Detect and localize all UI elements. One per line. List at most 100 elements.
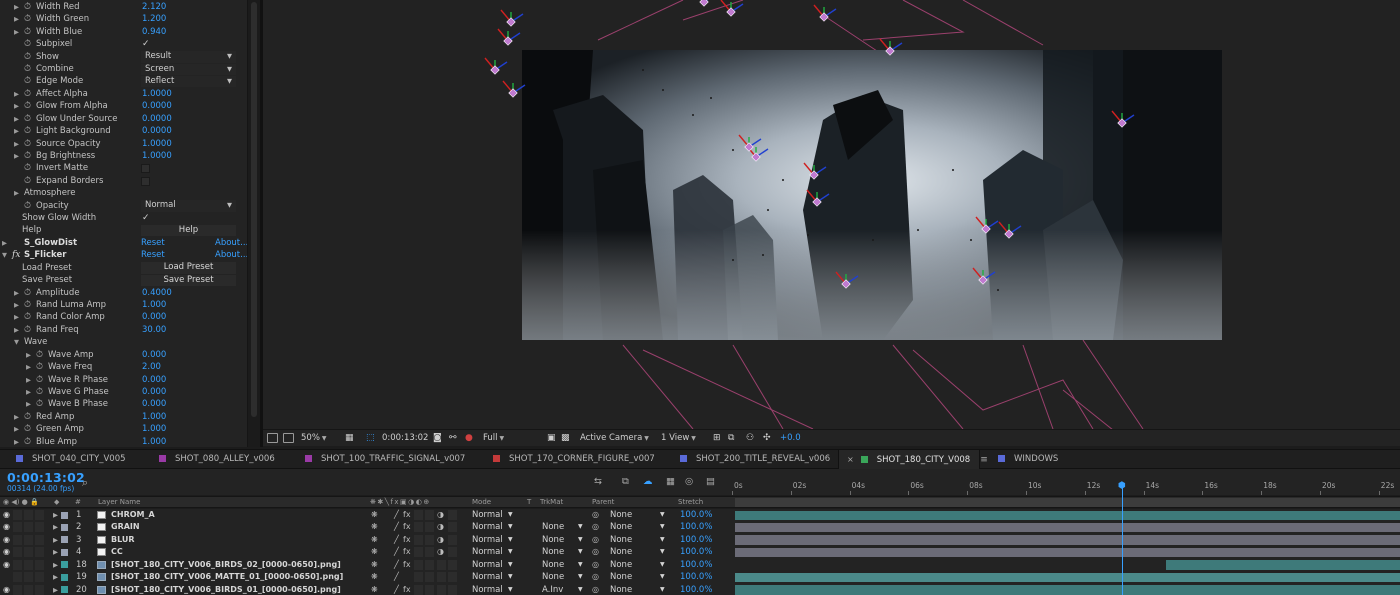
stopwatch-icon[interactable]: ⏱ bbox=[24, 75, 31, 87]
checkmark-icon[interactable]: ✓ bbox=[142, 212, 150, 224]
fx-row-width-red[interactable]: ▶ ⏱ Width Red 2.120 bbox=[0, 1, 247, 13]
stopwatch-icon[interactable]: ⏱ bbox=[24, 311, 31, 323]
stopwatch-icon[interactable]: ⏱ bbox=[24, 13, 31, 25]
fx-row-affect-alpha[interactable]: ▶ ⏱ Affect Alpha 1.0000 bbox=[0, 88, 247, 100]
fx-value[interactable]: 0.000 bbox=[142, 398, 166, 410]
parent-pickwhip-icon[interactable]: ◎ bbox=[592, 521, 599, 533]
blend-mode-dropdown[interactable]: Normal bbox=[472, 509, 503, 521]
twirl-closed-icon[interactable]: ▶ bbox=[14, 287, 19, 299]
blend-mode-dropdown[interactable]: Normal bbox=[472, 534, 503, 546]
stopwatch-icon[interactable]: ⏱ bbox=[24, 100, 31, 112]
stopwatch-icon[interactable]: ⏱ bbox=[24, 287, 31, 299]
comp-tab-shot-170-corner-figure-v007[interactable]: SHOT_170_CORNER_FIGURE_v007 bbox=[493, 450, 655, 469]
chevron-down-icon[interactable]: ▼ bbox=[578, 584, 583, 595]
fx-dropdown[interactable]: Result bbox=[141, 51, 236, 63]
transparency-grid-icon[interactable]: ▩ bbox=[561, 432, 570, 445]
parent-dropdown[interactable]: None bbox=[610, 584, 632, 595]
stopwatch-icon[interactable]: ⏱ bbox=[36, 349, 43, 361]
snapshot-icon[interactable]: ◙ bbox=[433, 432, 442, 445]
fx-row-green-amp[interactable]: ▶ ⏱ Green Amp 1.000 bbox=[0, 423, 247, 435]
track-matte-dropdown[interactable]: None bbox=[542, 559, 564, 571]
twirl-closed-icon[interactable]: ▶ bbox=[14, 187, 19, 199]
layer-stretch[interactable]: 100.0% bbox=[680, 546, 712, 558]
composition-canvas[interactable] bbox=[263, 0, 1400, 429]
layer-duration-bar[interactable] bbox=[735, 547, 1400, 558]
frame-blend-switch[interactable] bbox=[414, 559, 423, 570]
quality-switch-icon[interactable]: ╱ bbox=[394, 521, 399, 533]
search-icon[interactable]: ⌕ bbox=[82, 476, 88, 490]
fx-switch-icon[interactable]: fx bbox=[403, 521, 411, 533]
fx-row-light-background[interactable]: ▶ ⏱ Light Background 0.0000 bbox=[0, 125, 247, 137]
fx-value[interactable]: 0.0000 bbox=[142, 100, 172, 112]
about-link[interactable]: About... bbox=[215, 249, 247, 261]
fx-row-rand-luma-amp[interactable]: ▶ ⏱ Rand Luma Amp 1.000 bbox=[0, 299, 247, 311]
layer-stretch[interactable]: 100.0% bbox=[680, 534, 712, 546]
shy-switch-icon[interactable]: ❋ bbox=[371, 521, 378, 533]
adjustment-layer-icon[interactable]: ◑ bbox=[437, 509, 444, 521]
column-layer-name[interactable]: Layer Name bbox=[98, 497, 140, 508]
layer-stretch[interactable]: 100.0% bbox=[680, 509, 712, 521]
chevron-down-icon[interactable]: ▼ bbox=[578, 571, 583, 583]
fx-switch-icon[interactable]: fx bbox=[403, 509, 411, 521]
adjustment-layer-icon[interactable]: ◑ bbox=[437, 534, 444, 546]
layer-name[interactable]: CC bbox=[111, 546, 123, 558]
chevron-down-icon[interactable]: ▼ bbox=[508, 584, 513, 595]
layer-stretch[interactable]: 100.0% bbox=[680, 521, 712, 533]
stopwatch-icon[interactable]: ⏱ bbox=[24, 138, 31, 150]
frame-blend-switch[interactable] bbox=[414, 584, 423, 595]
parent-pickwhip-icon[interactable]: ◎ bbox=[592, 571, 599, 583]
audio-toggle-cell[interactable] bbox=[13, 510, 22, 520]
solo-toggle-cell[interactable] bbox=[24, 510, 33, 520]
frame-blend-switch[interactable] bbox=[414, 534, 423, 545]
stopwatch-icon[interactable]: ⏱ bbox=[36, 374, 43, 386]
audio-toggle-cell[interactable] bbox=[13, 584, 22, 595]
layer-name[interactable]: [SHOT_180_CITY_V006_MATTE_01_[0000-0650]… bbox=[111, 571, 343, 583]
3d-layer-switch[interactable] bbox=[448, 559, 457, 570]
stopwatch-icon[interactable]: ⏱ bbox=[24, 38, 31, 50]
quality-switch-icon[interactable]: ╱ bbox=[394, 546, 399, 558]
fx-row-glow-from-alpha[interactable]: ▶ ⏱ Glow From Alpha 0.0000 bbox=[0, 100, 247, 112]
blend-mode-dropdown[interactable]: Normal bbox=[472, 559, 503, 571]
layer-twirl-icon[interactable]: ▶ bbox=[53, 534, 58, 546]
parent-pickwhip-icon[interactable]: ◎ bbox=[592, 559, 599, 571]
stopwatch-icon[interactable]: ⏱ bbox=[24, 1, 31, 13]
checkmark-icon[interactable]: ✓ bbox=[142, 38, 150, 50]
3d-layer-switch[interactable] bbox=[448, 584, 457, 595]
twirl-closed-icon[interactable]: ▶ bbox=[14, 423, 19, 435]
twirl-closed-icon[interactable]: ▶ bbox=[26, 398, 31, 410]
chevron-down-icon[interactable]: ▼ bbox=[508, 534, 513, 546]
quality-switch-icon[interactable]: ╱ bbox=[394, 559, 399, 571]
layer-duration-bar[interactable] bbox=[735, 510, 1400, 520]
fx-value[interactable]: 1.000 bbox=[142, 299, 166, 311]
fx-row-wave-g-phase[interactable]: ▶ ⏱ Wave G Phase 0.000 bbox=[0, 386, 247, 398]
chevron-down-icon[interactable]: ▼ bbox=[578, 534, 583, 546]
visibility-eye-icon[interactable]: ◉ bbox=[3, 559, 10, 571]
lock-toggle-cell[interactable] bbox=[35, 534, 44, 545]
motion-blur-switch[interactable] bbox=[425, 584, 434, 595]
fx-row-opacity[interactable]: ⏱ Opacity Normal bbox=[0, 200, 247, 212]
fx-row-wave-freq[interactable]: ▶ ⏱ Wave Freq 2.00 bbox=[0, 361, 247, 373]
always-preview-icon[interactable] bbox=[267, 433, 278, 443]
chevron-down-icon[interactable]: ▼ bbox=[508, 521, 513, 533]
chevron-down-icon[interactable]: ▼ bbox=[508, 559, 513, 571]
fx-row-show-glow-width[interactable]: Show Glow Width ✓ bbox=[0, 212, 247, 224]
fx-row-rand-color-amp[interactable]: ▶ ⏱ Rand Color Amp 0.000 bbox=[0, 311, 247, 323]
fx-value[interactable]: 0.4000 bbox=[142, 287, 172, 299]
audio-toggle-cell[interactable] bbox=[13, 534, 22, 545]
visibility-eye-icon[interactable]: ◉ bbox=[3, 534, 10, 546]
stopwatch-icon[interactable]: ⏱ bbox=[36, 398, 43, 410]
fx-row-save-preset[interactable]: Save Preset Save Preset bbox=[0, 274, 247, 287]
close-tab-icon[interactable]: × bbox=[847, 455, 854, 464]
fx-toggle-icon[interactable]: fx bbox=[12, 249, 20, 261]
visibility-eye-icon[interactable]: ◉ bbox=[3, 584, 10, 595]
fx-row-wave[interactable]: ▼ Wave bbox=[0, 336, 247, 348]
stopwatch-icon[interactable]: ⏱ bbox=[24, 113, 31, 125]
exposure-value[interactable]: +0.0 bbox=[780, 432, 801, 445]
stopwatch-icon[interactable]: ⏱ bbox=[24, 324, 31, 336]
visibility-eye-icon[interactable]: ◉ bbox=[3, 509, 10, 521]
time-ruler[interactable]: 0s 02s 04s 06s 08s 10s 12s 14s 16s 18s 20s 22s bbox=[732, 475, 1400, 495]
fx-row-red-amp[interactable]: ▶ ⏱ Red Amp 1.000 bbox=[0, 411, 247, 423]
stopwatch-icon[interactable]: ⏱ bbox=[24, 51, 31, 63]
fx-dropdown[interactable]: Normal bbox=[141, 200, 236, 212]
fx-value[interactable]: 1.000 bbox=[142, 436, 166, 447]
